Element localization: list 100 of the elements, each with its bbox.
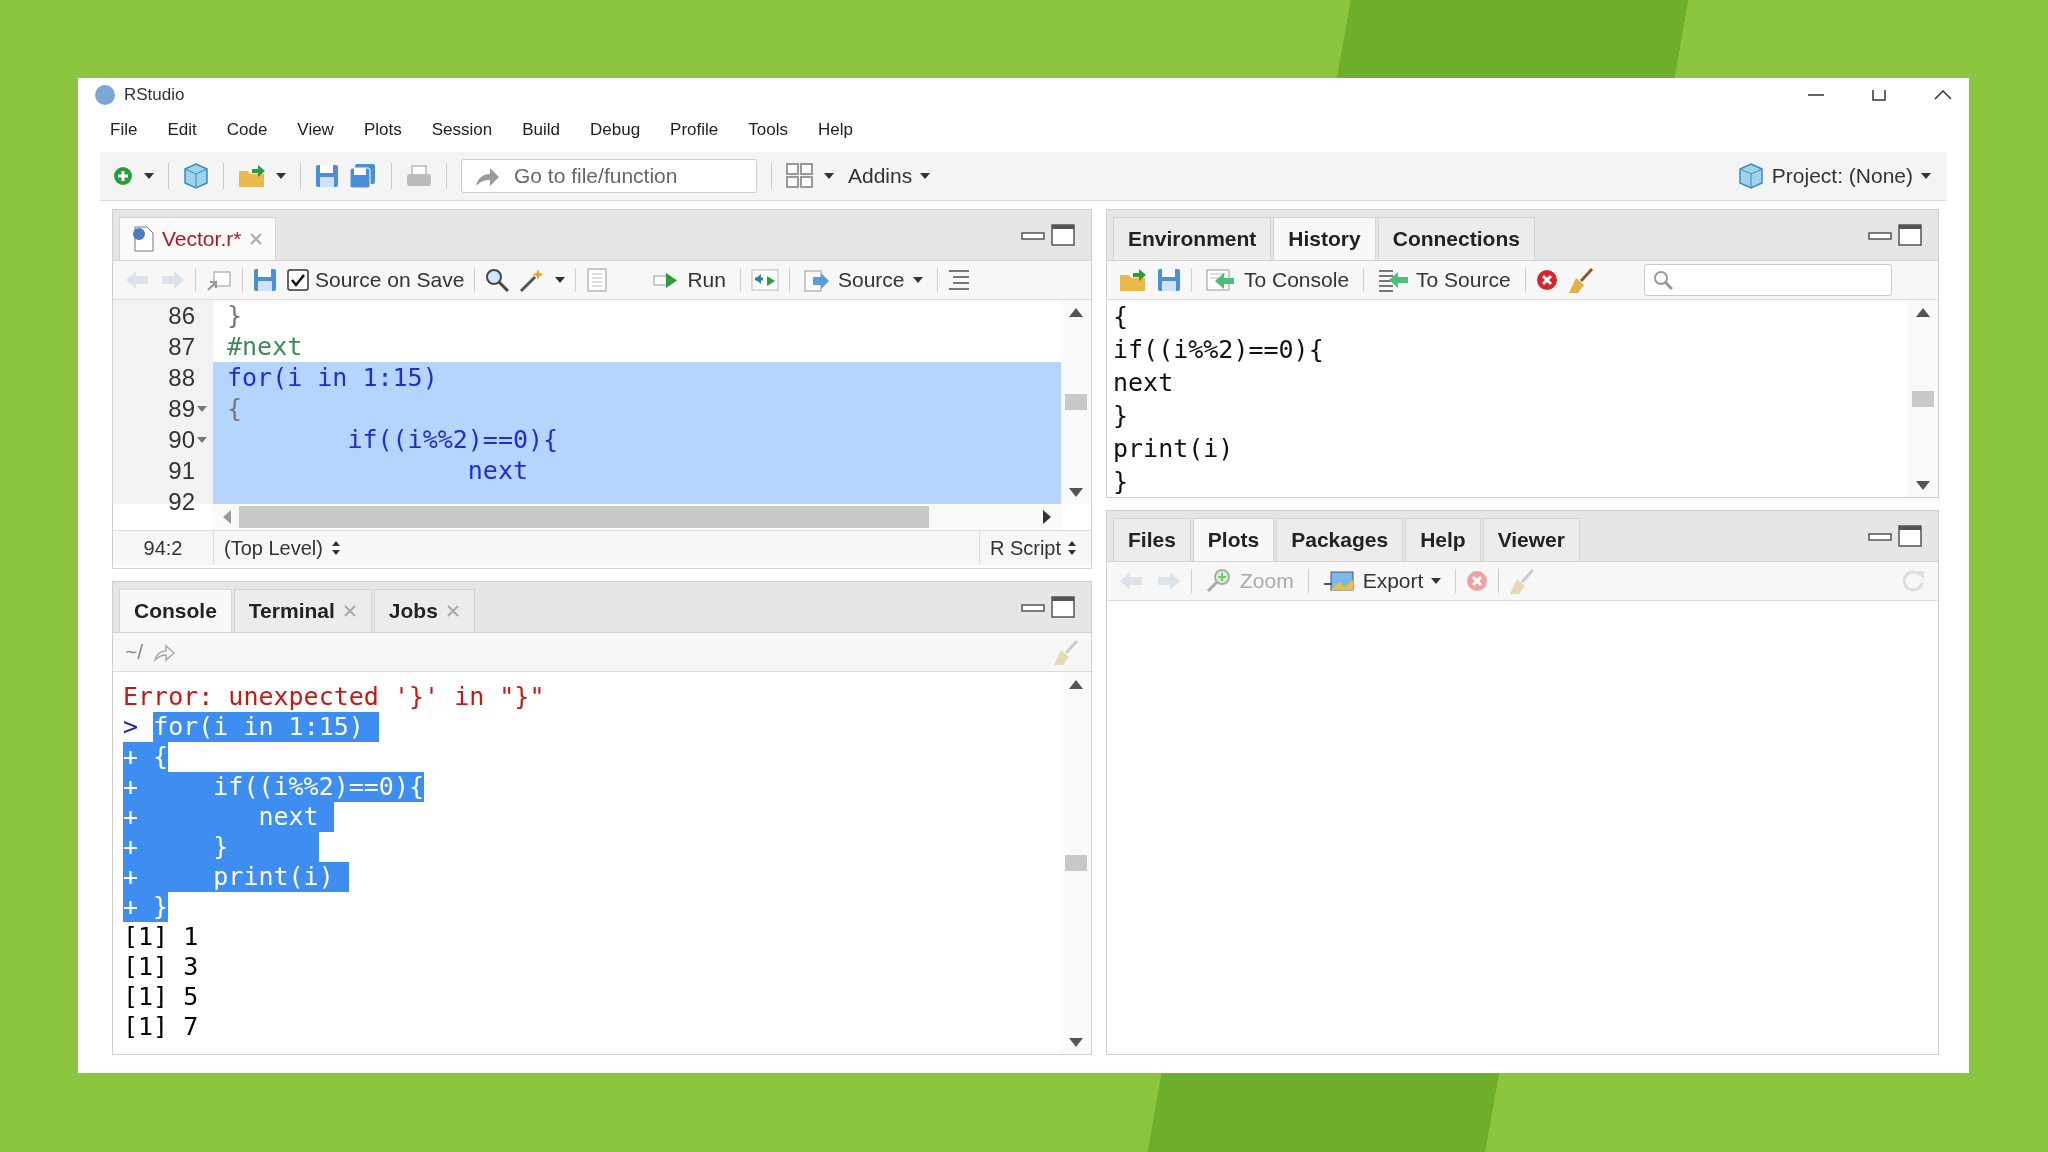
pane-tab[interactable]: Viewer — [1482, 518, 1580, 561]
scroll-down-icon[interactable] — [1915, 479, 1931, 491]
search-field[interactable] — [1643, 264, 1892, 296]
menu-item[interactable]: Profile — [670, 120, 719, 140]
scroll-up-icon[interactable] — [1068, 306, 1084, 318]
popout-icon[interactable] — [206, 268, 232, 292]
caret-icon[interactable] — [276, 173, 286, 179]
menu-item[interactable]: View — [297, 120, 334, 140]
maximize-pane-icon[interactable] — [1898, 224, 1922, 246]
history-entry[interactable]: } — [1113, 399, 1908, 432]
history-entry[interactable]: next — [1113, 366, 1908, 399]
new-file-icon[interactable] — [112, 165, 134, 187]
chevron-up-icon[interactable] — [1933, 88, 1953, 102]
file-tab[interactable]: Vector.r* — [119, 217, 277, 260]
broom-icon[interactable] — [1567, 267, 1594, 293]
close-icon[interactable] — [445, 604, 460, 618]
pane-tab[interactable]: Plots — [1192, 518, 1275, 561]
rerun-icon[interactable] — [750, 268, 779, 292]
scrollbar[interactable] — [213, 504, 1061, 530]
to-source-icon — [1378, 267, 1409, 293]
scroll-down-icon[interactable] — [1068, 486, 1084, 498]
pane-tab[interactable]: Files — [1113, 518, 1191, 561]
checkbox-icon[interactable] — [287, 269, 309, 291]
line-number: 88 — [168, 363, 195, 392]
scrollbar[interactable] — [1061, 672, 1091, 1054]
scroll-thumb[interactable] — [1912, 390, 1934, 407]
history-entry[interactable]: print(i) — [1113, 432, 1908, 465]
scroll-right-icon[interactable] — [1041, 509, 1053, 525]
console-tab[interactable]: Terminal — [233, 589, 372, 632]
line-number: 87 — [168, 332, 195, 361]
to-source-button[interactable]: To Source — [1374, 267, 1515, 293]
maximize-pane-icon[interactable] — [1051, 596, 1075, 618]
restore-icon[interactable] — [1871, 88, 1887, 102]
open-folder-icon[interactable] — [1119, 267, 1147, 293]
caret-icon[interactable] — [144, 173, 154, 179]
to-console-button[interactable]: To Console — [1202, 268, 1354, 292]
line-number: 91 — [168, 456, 195, 485]
menu-item[interactable]: Debug — [590, 120, 641, 140]
menu-item[interactable]: Tools — [748, 120, 788, 140]
menu-item[interactable]: File — [110, 120, 138, 140]
history-entry[interactable]: } — [1113, 465, 1908, 497]
scroll-thumb[interactable] — [239, 506, 929, 528]
save-all-icon[interactable] — [349, 163, 377, 189]
scroll-up-icon[interactable] — [1915, 306, 1931, 318]
go-to-directory-icon[interactable] — [153, 642, 178, 662]
working-directory: ~/ — [125, 640, 144, 664]
pane-tab[interactable]: Packages — [1276, 518, 1404, 561]
delete-icon[interactable] — [1535, 269, 1558, 291]
search-icon[interactable] — [485, 268, 510, 292]
history-entry[interactable]: if((i%%2)==0){ — [1113, 333, 1908, 366]
file-type-menu[interactable]: R Script — [978, 531, 1091, 565]
updown-icon — [1067, 540, 1077, 556]
save-icon[interactable] — [253, 268, 277, 292]
console-tab[interactable]: Console — [119, 589, 232, 632]
scrollbar[interactable] — [1061, 300, 1091, 504]
menu-item[interactable]: Edit — [167, 120, 197, 140]
export-menu[interactable]: Export — [1318, 569, 1446, 593]
menu-item[interactable]: Help — [817, 120, 853, 140]
save-icon[interactable] — [1157, 268, 1181, 292]
zoom-icon — [1206, 568, 1232, 594]
fold-icon[interactable] — [197, 405, 207, 412]
fold-icon[interactable] — [197, 436, 207, 443]
wand-icon[interactable] — [519, 267, 546, 293]
scroll-thumb[interactable] — [1065, 855, 1087, 871]
source-button[interactable]: Source — [799, 268, 927, 292]
pane-tab[interactable]: Help — [1405, 518, 1481, 561]
caret-icon[interactable] — [555, 277, 566, 283]
print-icon[interactable] — [406, 165, 432, 187]
close-icon[interactable] — [342, 604, 357, 618]
menu-item[interactable]: Session — [431, 120, 493, 140]
console-output: [1] 7 — [123, 1012, 199, 1042]
scrollbar[interactable] — [1908, 300, 1938, 497]
project-menu[interactable]: Project: (None) — [1733, 163, 1935, 189]
console-tab[interactable]: Jobs — [373, 589, 475, 632]
outline-icon[interactable] — [947, 268, 970, 292]
line-number: 89 — [168, 394, 195, 423]
grid-icon[interactable] — [786, 163, 814, 189]
close-icon[interactable] — [249, 232, 264, 246]
pane-tab[interactable]: Environment — [1113, 217, 1272, 260]
source-on-save-checkbox[interactable]: Source on Save — [287, 268, 465, 292]
pane-tab[interactable]: History — [1273, 217, 1376, 260]
menu-item[interactable]: Plots — [363, 120, 402, 140]
addins-menu[interactable]: Addins — [844, 164, 935, 188]
scope-menu[interactable]: (Top Level) — [214, 531, 351, 565]
scroll-up-icon[interactable] — [1068, 678, 1084, 690]
scroll-down-icon[interactable] — [1068, 1036, 1084, 1048]
save-icon[interactable] — [315, 164, 339, 188]
caret-icon[interactable] — [824, 173, 834, 179]
pane-tab[interactable]: Connections — [1377, 217, 1535, 260]
goto-field[interactable]: Go to file/function — [461, 159, 757, 193]
menu-item[interactable]: Code — [226, 120, 268, 140]
scroll-left-icon[interactable] — [221, 509, 233, 525]
history-entry[interactable]: { — [1113, 300, 1908, 333]
run-button[interactable]: Run — [649, 268, 730, 292]
maximize-pane-icon[interactable] — [1898, 525, 1922, 547]
open-folder-icon[interactable] — [238, 163, 266, 189]
maximize-pane-icon[interactable] — [1051, 224, 1075, 246]
scroll-thumb[interactable] — [1065, 394, 1087, 410]
new-project-icon[interactable] — [183, 163, 209, 189]
menu-item[interactable]: Build — [522, 120, 560, 140]
